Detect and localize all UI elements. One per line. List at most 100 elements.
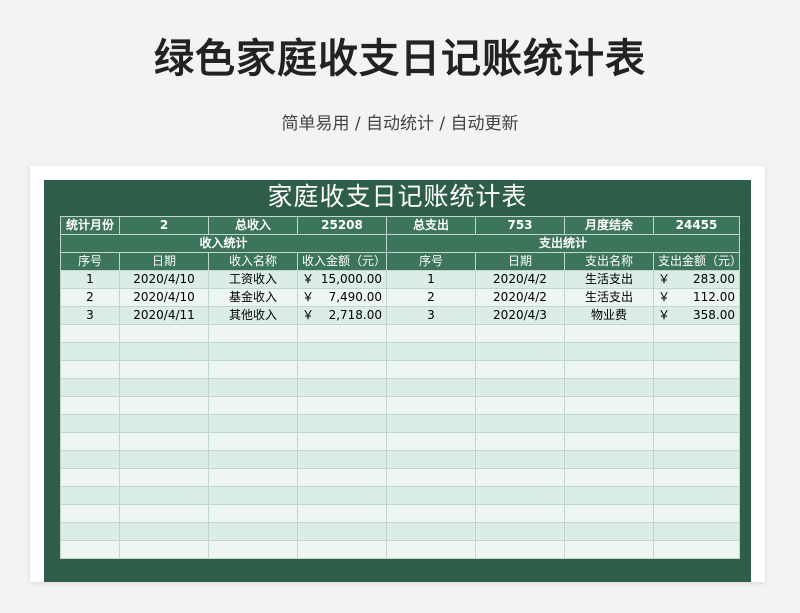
empty-cell[interactable] xyxy=(208,396,298,415)
empty-cell[interactable] xyxy=(60,396,120,415)
empty-cell[interactable] xyxy=(60,504,120,523)
empty-cell[interactable] xyxy=(297,378,387,397)
expense-date-cell[interactable]: 2020/4/2 xyxy=(475,288,565,307)
empty-cell[interactable] xyxy=(60,486,120,505)
empty-cell[interactable] xyxy=(208,432,298,451)
empty-cell[interactable] xyxy=(564,396,654,415)
empty-cell[interactable] xyxy=(564,504,654,523)
empty-cell[interactable] xyxy=(60,432,120,451)
empty-cell[interactable] xyxy=(386,324,476,343)
empty-cell[interactable] xyxy=(475,504,565,523)
empty-cell[interactable] xyxy=(297,396,387,415)
empty-cell[interactable] xyxy=(653,414,740,433)
empty-cell[interactable] xyxy=(564,378,654,397)
empty-cell[interactable] xyxy=(475,414,565,433)
income-no-cell[interactable]: 2 xyxy=(60,288,120,307)
empty-cell[interactable] xyxy=(475,396,565,415)
expense-name-cell[interactable]: 生活支出 xyxy=(564,270,654,289)
empty-cell[interactable] xyxy=(386,342,476,361)
empty-cell[interactable] xyxy=(119,432,209,451)
empty-cell[interactable] xyxy=(386,396,476,415)
empty-cell[interactable] xyxy=(475,450,565,469)
empty-cell[interactable] xyxy=(475,522,565,541)
empty-cell[interactable] xyxy=(60,324,120,343)
empty-cell[interactable] xyxy=(564,486,654,505)
expense-amount-cell[interactable]: ￥ 358.00 xyxy=(653,306,740,325)
empty-cell[interactable] xyxy=(297,522,387,541)
empty-cell[interactable] xyxy=(386,360,476,379)
empty-cell[interactable] xyxy=(386,414,476,433)
empty-cell[interactable] xyxy=(386,450,476,469)
expense-name-cell[interactable]: 生活支出 xyxy=(564,288,654,307)
empty-cell[interactable] xyxy=(475,342,565,361)
empty-cell[interactable] xyxy=(60,468,120,487)
expense-no-cell[interactable]: 3 xyxy=(386,306,476,325)
empty-cell[interactable] xyxy=(208,486,298,505)
income-name-cell[interactable]: 其他收入 xyxy=(208,306,298,325)
expense-total-value[interactable]: 753 xyxy=(475,216,565,235)
income-amount-cell[interactable]: ￥ 15,000.00 xyxy=(297,270,387,289)
empty-cell[interactable] xyxy=(564,360,654,379)
empty-cell[interactable] xyxy=(208,414,298,433)
income-no-cell[interactable]: 3 xyxy=(60,306,120,325)
income-amount-cell[interactable]: ￥ 2,718.00 xyxy=(297,306,387,325)
empty-cell[interactable] xyxy=(119,468,209,487)
empty-cell[interactable] xyxy=(564,414,654,433)
empty-cell[interactable] xyxy=(119,522,209,541)
empty-cell[interactable] xyxy=(653,396,740,415)
empty-cell[interactable] xyxy=(564,432,654,451)
empty-cell[interactable] xyxy=(564,342,654,361)
expense-no-cell[interactable]: 2 xyxy=(386,288,476,307)
expense-amount-cell[interactable]: ￥ 283.00 xyxy=(653,270,740,289)
empty-cell[interactable] xyxy=(653,450,740,469)
empty-cell[interactable] xyxy=(564,468,654,487)
empty-cell[interactable] xyxy=(119,414,209,433)
empty-cell[interactable] xyxy=(564,540,654,559)
empty-cell[interactable] xyxy=(119,540,209,559)
empty-cell[interactable] xyxy=(653,432,740,451)
empty-cell[interactable] xyxy=(60,414,120,433)
empty-cell[interactable] xyxy=(653,468,740,487)
empty-cell[interactable] xyxy=(60,522,120,541)
empty-cell[interactable] xyxy=(653,504,740,523)
empty-cell[interactable] xyxy=(60,342,120,361)
empty-cell[interactable] xyxy=(653,540,740,559)
empty-cell[interactable] xyxy=(653,342,740,361)
empty-cell[interactable] xyxy=(653,324,740,343)
empty-cell[interactable] xyxy=(386,504,476,523)
empty-cell[interactable] xyxy=(60,378,120,397)
empty-cell[interactable] xyxy=(208,360,298,379)
income-amount-cell[interactable]: ￥ 7,490.00 xyxy=(297,288,387,307)
expense-name-cell[interactable]: 物业费 xyxy=(564,306,654,325)
empty-cell[interactable] xyxy=(386,522,476,541)
expense-date-cell[interactable]: 2020/4/2 xyxy=(475,270,565,289)
empty-cell[interactable] xyxy=(475,540,565,559)
empty-cell[interactable] xyxy=(297,432,387,451)
expense-no-cell[interactable]: 1 xyxy=(386,270,476,289)
empty-cell[interactable] xyxy=(208,342,298,361)
empty-cell[interactable] xyxy=(60,450,120,469)
empty-cell[interactable] xyxy=(653,522,740,541)
income-name-cell[interactable]: 基金收入 xyxy=(208,288,298,307)
empty-cell[interactable] xyxy=(386,540,476,559)
empty-cell[interactable] xyxy=(297,342,387,361)
income-name-cell[interactable]: 工资收入 xyxy=(208,270,298,289)
empty-cell[interactable] xyxy=(653,378,740,397)
empty-cell[interactable] xyxy=(297,486,387,505)
empty-cell[interactable] xyxy=(208,522,298,541)
empty-cell[interactable] xyxy=(386,432,476,451)
empty-cell[interactable] xyxy=(119,360,209,379)
empty-cell[interactable] xyxy=(60,540,120,559)
empty-cell[interactable] xyxy=(119,486,209,505)
empty-cell[interactable] xyxy=(208,450,298,469)
empty-cell[interactable] xyxy=(208,468,298,487)
empty-cell[interactable] xyxy=(386,378,476,397)
empty-cell[interactable] xyxy=(208,540,298,559)
empty-cell[interactable] xyxy=(119,378,209,397)
empty-cell[interactable] xyxy=(297,450,387,469)
income-total-value[interactable]: 25208 xyxy=(297,216,387,235)
empty-cell[interactable] xyxy=(564,324,654,343)
empty-cell[interactable] xyxy=(475,468,565,487)
expense-amount-cell[interactable]: ￥ 112.00 xyxy=(653,288,740,307)
income-no-cell[interactable]: 1 xyxy=(60,270,120,289)
